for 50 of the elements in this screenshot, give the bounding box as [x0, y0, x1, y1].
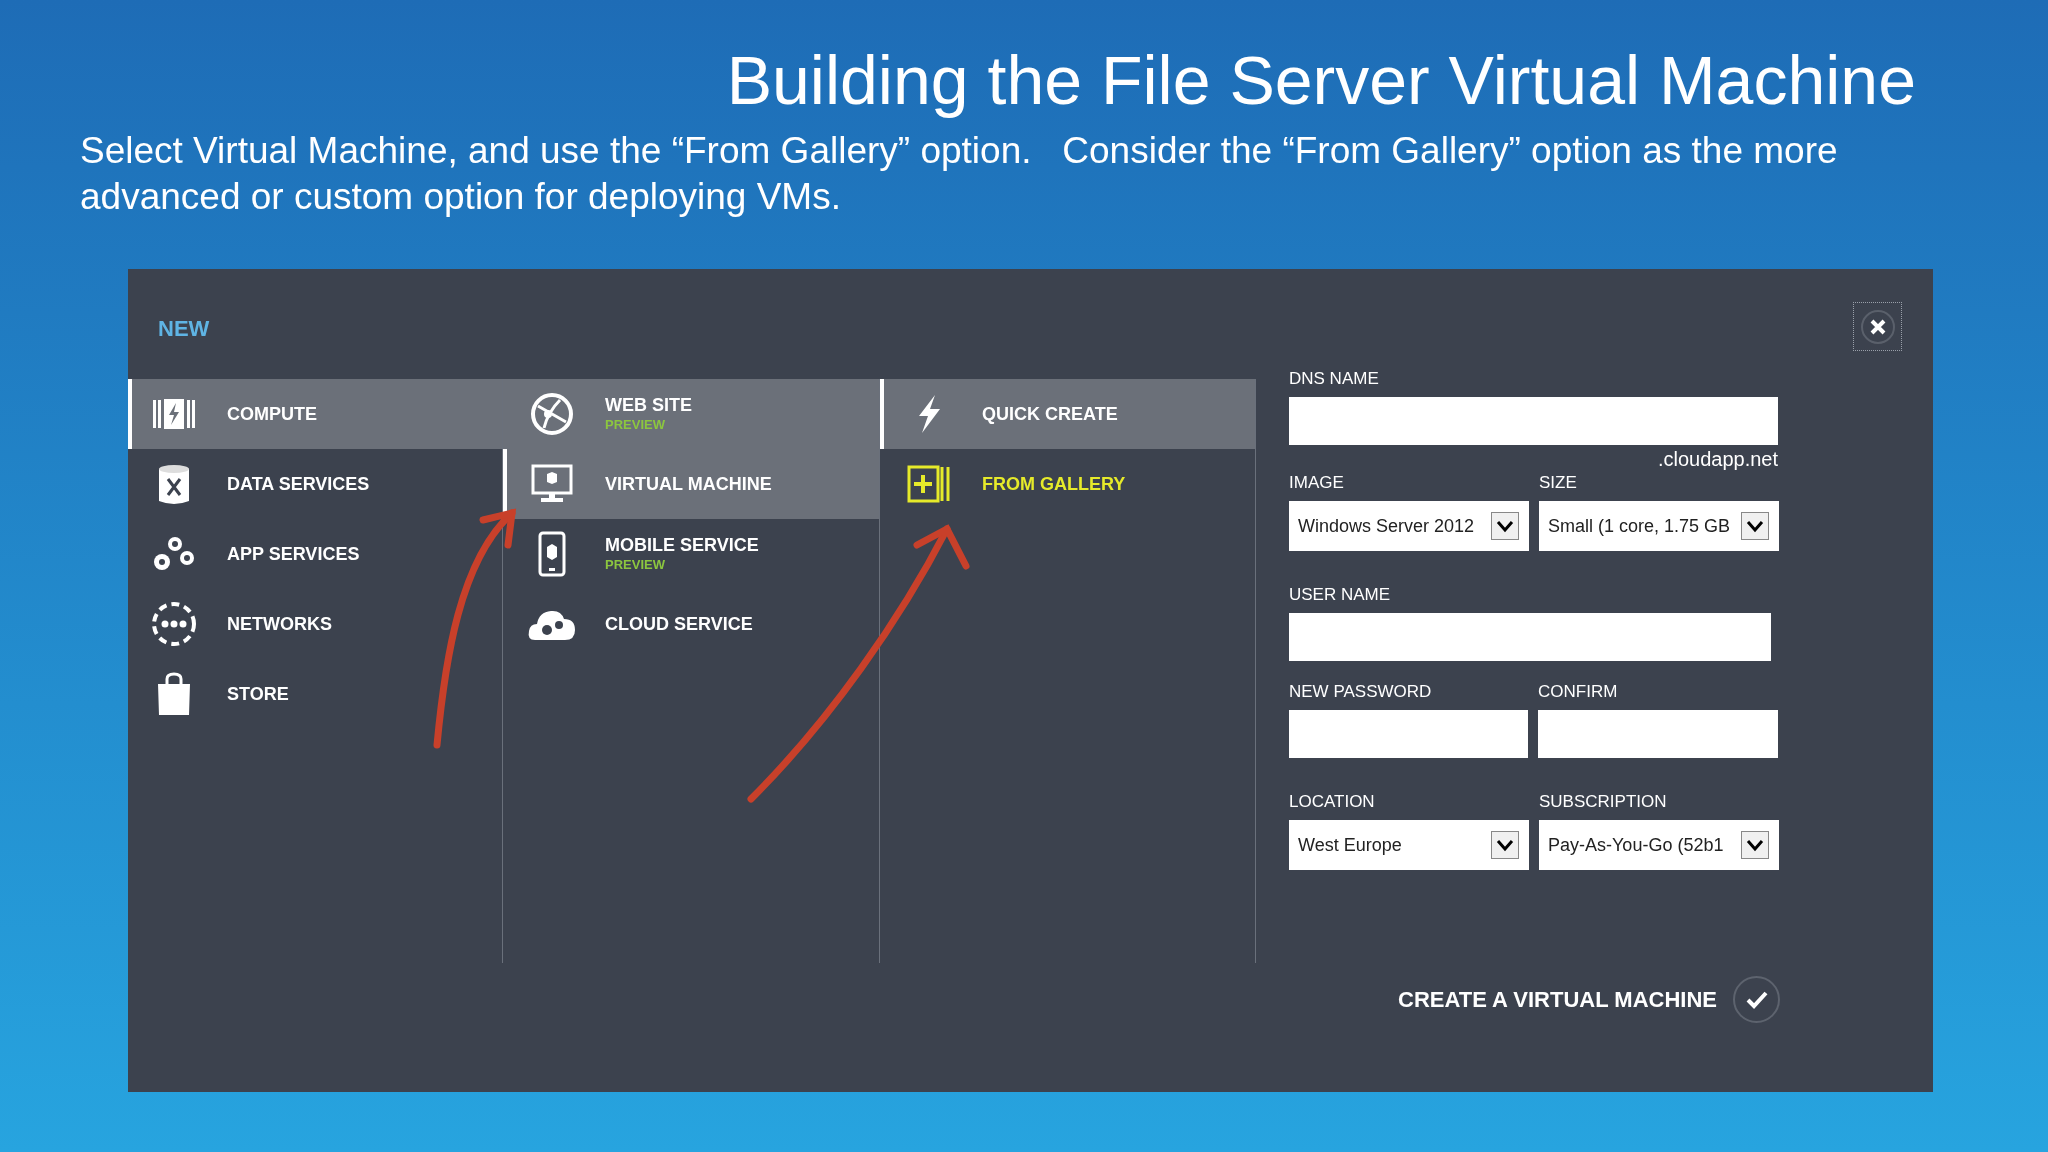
confirm-button[interactable]	[1733, 976, 1780, 1023]
field-label: NEW PASSWORD	[1289, 682, 1433, 702]
input-field[interactable]	[1289, 613, 1771, 661]
checkmark-icon	[1745, 990, 1768, 1009]
field-label: LOCATION	[1289, 792, 1376, 812]
preview-label: PREVIEW	[605, 556, 666, 574]
close-icon	[1859, 308, 1896, 345]
menu-item[interactable]: QUICK CREATE	[880, 379, 1255, 449]
menu-item[interactable]: DATA SERVICES	[128, 449, 502, 519]
chevron-icon	[1741, 831, 1769, 859]
field-label: CONFIRM	[1538, 682, 1619, 702]
create-label: CREATE A VIRTUAL MACHINE	[1398, 986, 1717, 1014]
add-gallery-icon	[907, 465, 951, 503]
menu-item[interactable]: CLOUD SERVICE	[503, 589, 879, 659]
dialog-heading: NEW	[158, 315, 210, 343]
shopping-bag-icon	[156, 672, 192, 716]
preview-label: PREVIEW	[605, 416, 666, 434]
field-label: SUBSCRIPTION	[1539, 792, 1668, 812]
menu-item[interactable]: VIRTUAL MACHINE	[503, 449, 879, 519]
close-button[interactable]	[1853, 302, 1902, 351]
field-label: USER NAME	[1289, 585, 1392, 605]
menu-item[interactable]: MOBILE SERVICE PREVIEW	[503, 519, 879, 589]
phone-icon	[538, 531, 566, 577]
input-field[interactable]	[1289, 397, 1778, 445]
globe-icon	[530, 392, 574, 436]
menu-item[interactable]: WEB SITE PREVIEW	[503, 379, 879, 449]
menu-item[interactable]: FROM GALLERY	[880, 449, 1255, 519]
monitor-icon	[531, 464, 573, 504]
menu-item[interactable]: APP SERVICES	[128, 519, 502, 589]
dropdown[interactable]: Windows Server 2012	[1289, 501, 1529, 551]
input-field[interactable]	[1289, 710, 1528, 758]
chevron-icon	[1491, 512, 1519, 540]
field-label: IMAGE	[1289, 473, 1345, 493]
menu-item[interactable]: COMPUTE	[128, 379, 502, 449]
server-rack-icon	[153, 398, 195, 430]
menu-item[interactable]: NETWORKS	[128, 589, 502, 659]
dropdown[interactable]: Small (1 core, 1.75 GB	[1539, 501, 1779, 551]
slide-title: Building the File Server Virtual Machine	[726, 41, 1916, 120]
chevron-icon	[1741, 512, 1769, 540]
field-label: DNS NAME	[1289, 369, 1380, 389]
field-label: SIZE	[1539, 473, 1578, 493]
input-field[interactable]	[1538, 710, 1778, 758]
network-circle-icon	[151, 601, 197, 647]
slide-subtitle: Select Virtual Machine, and use the “From Gallery” option. Consider the “From Gallery” option as the more advanced or custom option for deploying VMs.	[80, 129, 1839, 219]
dropdown[interactable]: West Europe	[1289, 820, 1529, 870]
dropdown[interactable]: Pay-As-You-Go (52b1	[1539, 820, 1779, 870]
menu-item[interactable]: STORE	[128, 659, 502, 729]
database-icon	[157, 463, 191, 505]
chevron-icon	[1491, 831, 1519, 859]
domain-suffix: .cloudapp.net	[1657, 447, 1778, 471]
